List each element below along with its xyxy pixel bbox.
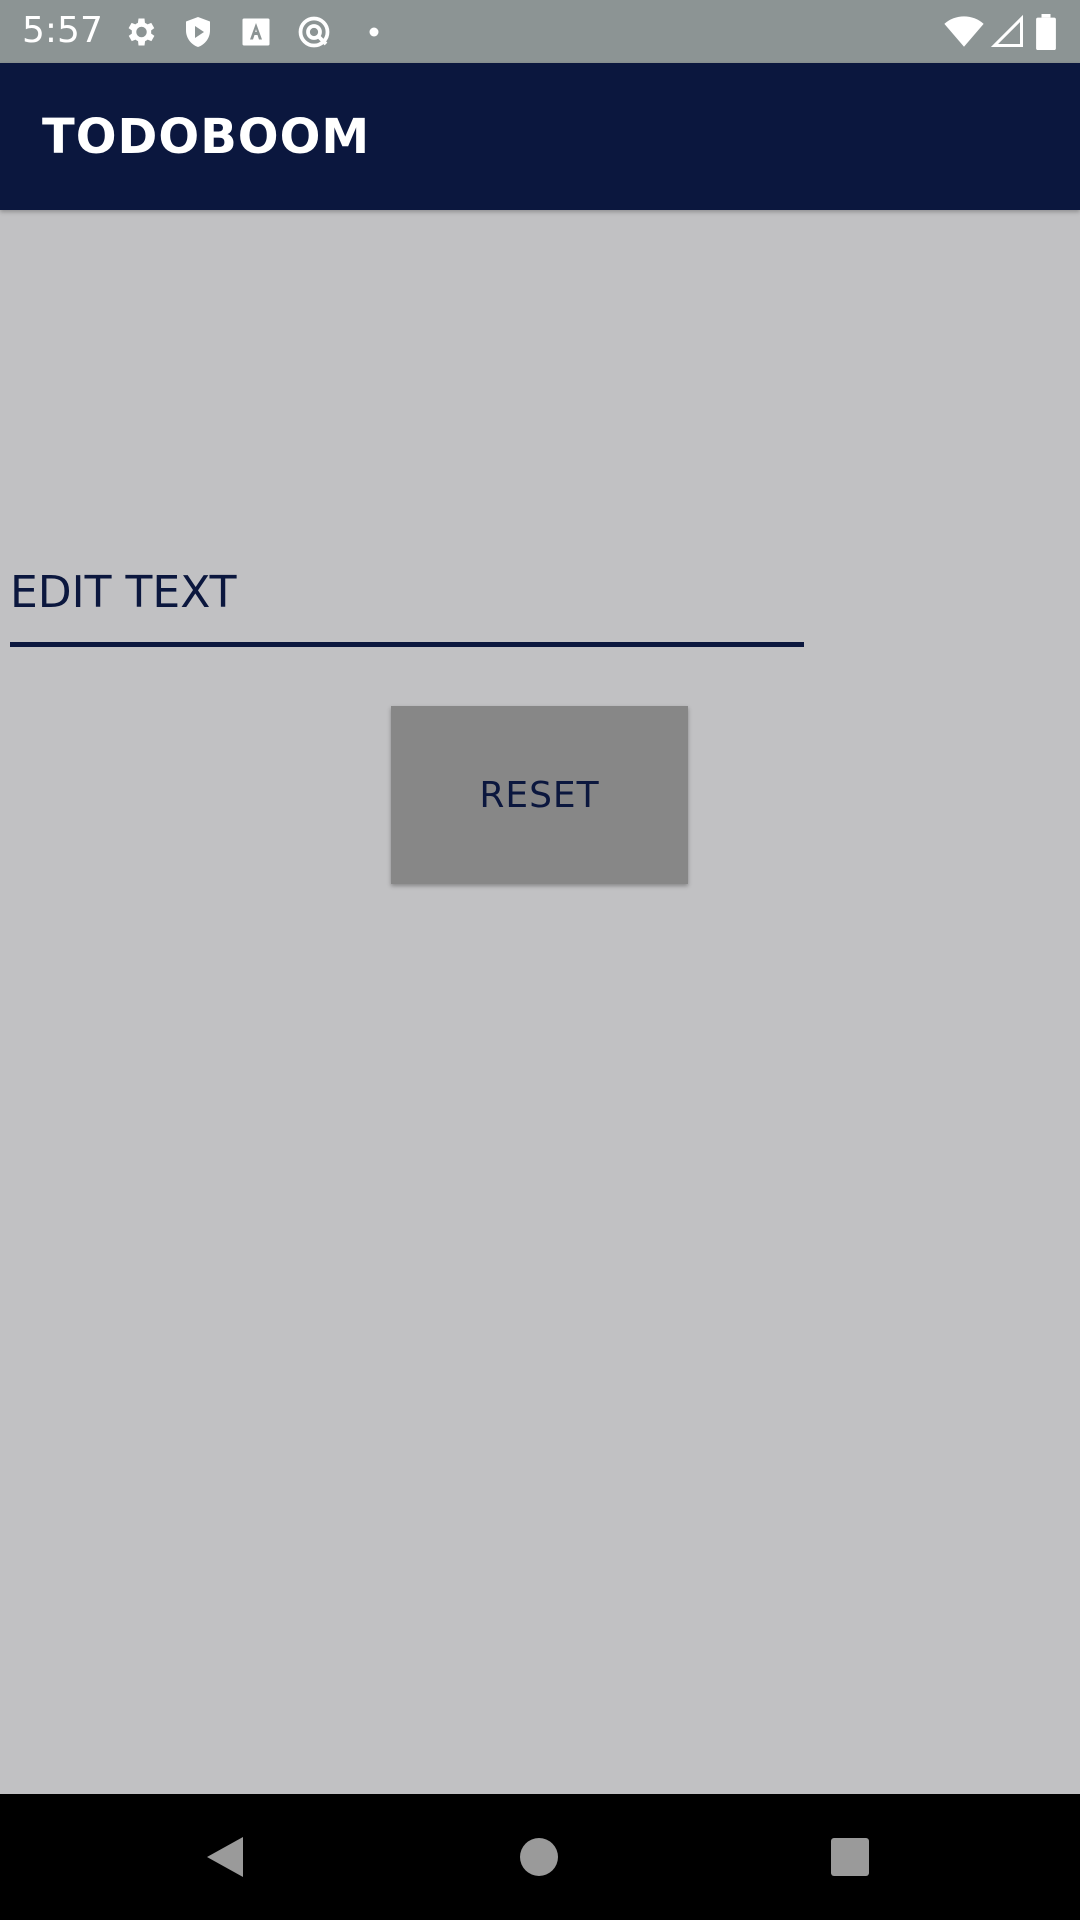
wifi-icon (944, 14, 984, 50)
screen: 5:57 TODOBOOM EDIT TEXT RESET (0, 0, 1080, 1920)
reset-button[interactable]: RESET (391, 706, 688, 884)
back-icon[interactable] (192, 1824, 258, 1890)
reset-button-label: RESET (479, 774, 600, 816)
home-icon[interactable] (506, 1824, 572, 1890)
cell-signal-icon (990, 14, 1026, 50)
edit-text-input[interactable] (10, 542, 804, 642)
main-content: RESET (0, 210, 1080, 1794)
dot-icon (356, 14, 392, 50)
status-bar: 5:57 (0, 0, 1080, 63)
app-bar: TODOBOOM (0, 63, 1080, 210)
a-box-icon (238, 14, 274, 50)
no-circle-icon (296, 14, 332, 50)
app-title: TODOBOOM (42, 109, 371, 165)
gear-icon (122, 14, 158, 50)
edit-text-underline (10, 642, 804, 647)
edit-text-field[interactable] (10, 542, 804, 648)
battery-icon (1034, 14, 1058, 51)
shield-play-icon (180, 14, 216, 50)
navigation-bar (0, 1794, 1080, 1920)
recents-icon[interactable] (817, 1824, 883, 1890)
status-time: 5:57 (22, 10, 103, 51)
